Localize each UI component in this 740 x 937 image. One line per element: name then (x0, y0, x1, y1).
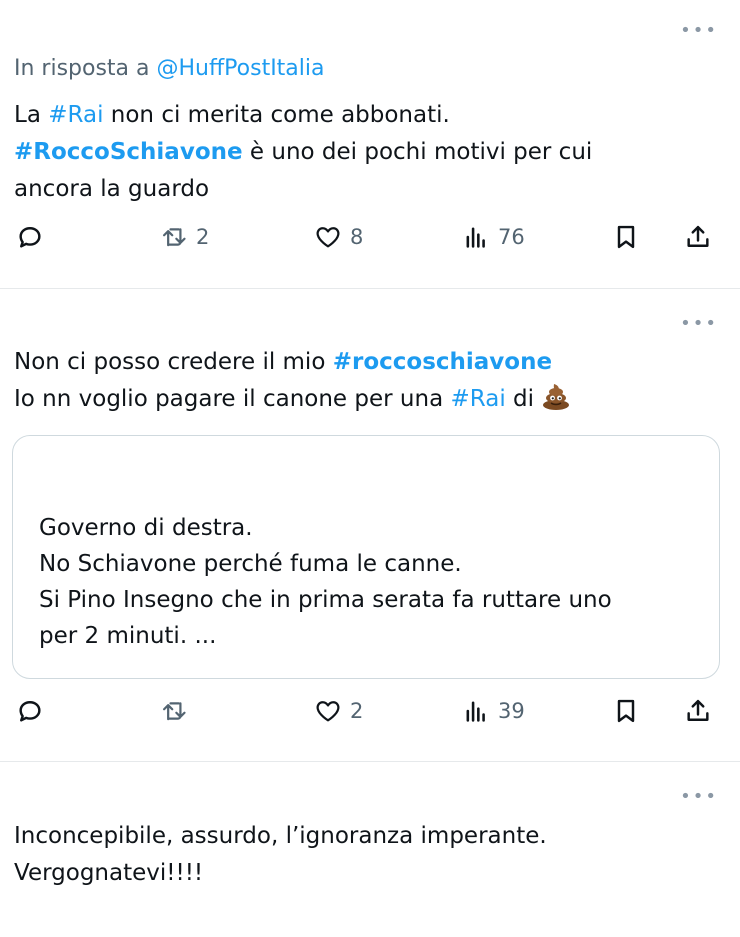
reply-button[interactable] (16, 697, 44, 725)
reply-icon (19, 701, 41, 722)
more-icon[interactable]: ••• (680, 315, 718, 333)
share-icon (687, 225, 709, 247)
retweet-button[interactable] (160, 697, 188, 725)
tweet-text: La #Rai non ci merita come abbonati. #Ro… (14, 97, 592, 208)
hashtag-link[interactable]: #roccoschiavone (333, 349, 552, 375)
share-button[interactable] (684, 697, 712, 725)
tweet-line: Vergognatevi!!!! (14, 860, 204, 886)
retweet-icon (162, 228, 186, 247)
like-count: 8 (350, 225, 364, 249)
like-button[interactable]: 2 (314, 697, 363, 725)
more-icon[interactable]: ••• (680, 22, 718, 40)
tweet-line: ancora la guardo (14, 176, 210, 202)
heart-icon (316, 701, 340, 722)
like-count: 2 (350, 699, 364, 723)
hashtag-link[interactable]: #RoccoSchiavone (14, 139, 243, 165)
views-count: 76 (498, 225, 525, 249)
quote-line: Governo di destra. (39, 515, 253, 541)
tweet-text: Inconcepibile, assurdo, l’ignoranza impe… (14, 818, 547, 892)
reply-context: In risposta a @HuffPostItalia (14, 50, 325, 87)
retweet-button[interactable]: 2 (160, 223, 209, 251)
text-segment: non ci merita come abbonati. (103, 102, 450, 128)
bookmark-button[interactable] (612, 223, 640, 251)
text-segment: Non ci posso credere il mio (14, 349, 333, 375)
quoted-tweet[interactable]: Governo di destra. No Schiavone perché f… (12, 435, 720, 679)
tweet-1[interactable]: ••• In risposta a @HuffPostItalia La #Ra… (0, 0, 740, 288)
hashtag-link[interactable]: #Rai (450, 386, 505, 412)
action-bar: 2 39 (0, 697, 740, 737)
views-button[interactable]: 39 (462, 697, 525, 725)
reply-handle-link[interactable]: @HuffPostItalia (157, 56, 325, 81)
pile-of-poo-emoji (543, 384, 570, 410)
share-icon (687, 699, 709, 721)
text-segment: è uno dei pochi motivi per cui (242, 139, 593, 165)
tweet-line: Inconcepibile, assurdo, l’ignoranza impe… (14, 823, 547, 849)
views-icon (466, 227, 485, 248)
views-button[interactable]: 76 (462, 223, 525, 251)
hashtag-link[interactable]: #Rai (48, 102, 103, 128)
views-icon (466, 701, 485, 722)
quote-line: Si Pino Insegno che in prima serata fa r… (39, 587, 612, 613)
quoted-tweet-text: Governo di destra. No Schiavone perché f… (39, 510, 612, 654)
reply-icon (19, 227, 41, 248)
share-button[interactable] (684, 223, 712, 251)
tweet-line: #RoccoSchiavone è uno dei pochi motivi p… (14, 134, 592, 171)
tweet-3[interactable]: ••• Inconcepibile, assurdo, l’ignoranza … (0, 762, 740, 937)
bookmark-button[interactable] (612, 697, 640, 725)
tweet-2[interactable]: ••• Non ci posso credere il mio #roccosc… (0, 289, 740, 761)
tweet-line: Non ci posso credere il mio #roccoschiav… (14, 344, 571, 381)
text-segment: Io nn voglio pagare il canone per una (14, 386, 451, 412)
reply-button[interactable] (16, 223, 44, 251)
like-button[interactable]: 8 (314, 223, 363, 251)
tweet-line: Io nn voglio pagare il canone per una #R… (14, 381, 571, 418)
views-count: 39 (498, 699, 525, 723)
heart-icon (316, 227, 340, 248)
quote-line: per 2 minuti. ... (39, 623, 217, 649)
text-segment: di (505, 386, 542, 412)
tweet-line: La #Rai non ci merita come abbonati. (14, 97, 592, 134)
text-segment: La (14, 102, 49, 128)
retweet-icon (162, 702, 186, 721)
more-icon[interactable]: ••• (680, 788, 718, 806)
bookmark-icon (617, 225, 635, 249)
tweet-text: Non ci posso credere il mio #roccoschiav… (14, 344, 571, 418)
bookmark-icon (617, 699, 635, 723)
retweet-count: 2 (196, 225, 210, 249)
reply-prefix: In risposta a (14, 56, 157, 81)
action-bar: 2 8 76 (0, 223, 740, 263)
quote-line: No Schiavone perché fuma le canne. (39, 551, 462, 577)
